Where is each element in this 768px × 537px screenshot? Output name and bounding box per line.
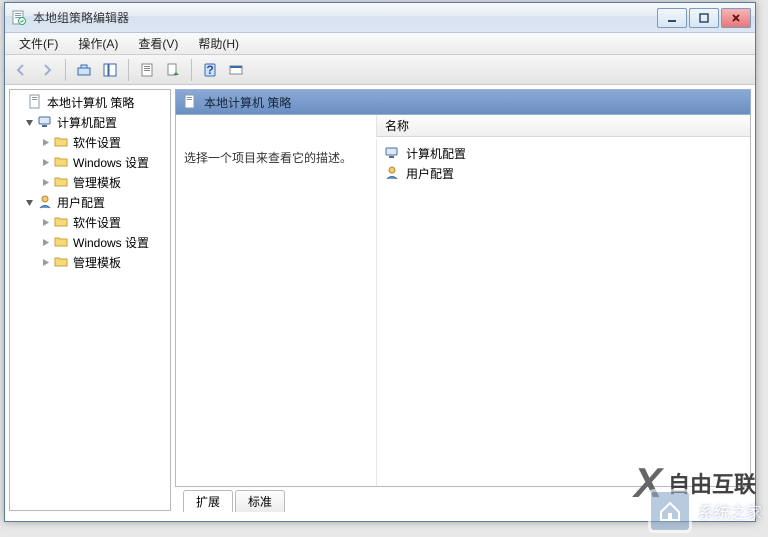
folder-icon bbox=[53, 174, 69, 190]
toolbar-separator bbox=[191, 59, 192, 81]
toolbar-separator bbox=[65, 59, 66, 81]
window-controls bbox=[657, 8, 751, 28]
menu-help[interactable]: 帮助(H) bbox=[190, 33, 247, 54]
folder-icon bbox=[53, 214, 69, 230]
tree-pane[interactable]: 本地计算机 策略 计算机配置 软件设置 Windows 设置 管理模板 bbox=[9, 89, 171, 511]
tab-label: 扩展 bbox=[196, 495, 220, 509]
expand-icon[interactable] bbox=[40, 217, 51, 228]
up-level-button[interactable] bbox=[72, 58, 96, 82]
gpedit-window: 本地组策略编辑器 文件(F) 操作(A) 查看(V) 帮助(H) ? 本地计算 bbox=[4, 2, 756, 522]
tree-label: 用户配置 bbox=[57, 194, 105, 211]
show-tree-button[interactable] bbox=[98, 58, 122, 82]
menu-view[interactable]: 查看(V) bbox=[130, 33, 186, 54]
folder-icon bbox=[53, 134, 69, 150]
content-area: 本地计算机 策略 计算机配置 软件设置 Windows 设置 管理模板 bbox=[5, 85, 755, 515]
expander-icon bbox=[14, 97, 25, 108]
tree-label: 计算机配置 bbox=[57, 114, 117, 131]
column-divider[interactable] bbox=[376, 139, 377, 486]
folder-icon bbox=[53, 234, 69, 250]
list-item-label: 计算机配置 bbox=[406, 145, 466, 162]
policy-icon bbox=[182, 94, 198, 110]
tree-label: 软件设置 bbox=[73, 134, 121, 151]
forward-button[interactable] bbox=[35, 58, 59, 82]
computer-icon bbox=[37, 114, 53, 130]
list-item-user-config[interactable]: 用户配置 bbox=[376, 163, 750, 183]
svg-text:?: ? bbox=[206, 63, 213, 77]
back-button[interactable] bbox=[9, 58, 33, 82]
properties-button[interactable] bbox=[135, 58, 159, 82]
folder-icon bbox=[53, 154, 69, 170]
column-header-name[interactable]: 名称 bbox=[376, 115, 750, 137]
policy-icon bbox=[27, 94, 43, 110]
window-title: 本地组策略编辑器 bbox=[33, 9, 657, 26]
collapse-icon[interactable] bbox=[24, 117, 35, 128]
details-header: 本地计算机 策略 bbox=[175, 89, 751, 115]
user-icon bbox=[37, 194, 53, 210]
view-tabs: 扩展 标准 bbox=[175, 489, 751, 511]
tree-software-settings[interactable]: 软件设置 bbox=[10, 132, 170, 152]
close-button[interactable] bbox=[721, 8, 751, 28]
details-body: 选择一个项目来查看它的描述。 名称 计算机配置 用户配置 bbox=[175, 115, 751, 487]
filter-button[interactable] bbox=[224, 58, 248, 82]
tree-windows-settings[interactable]: Windows 设置 bbox=[10, 232, 170, 252]
tree-software-settings[interactable]: 软件设置 bbox=[10, 212, 170, 232]
expand-icon[interactable] bbox=[40, 177, 51, 188]
tree-user-config[interactable]: 用户配置 bbox=[10, 192, 170, 212]
expand-icon[interactable] bbox=[40, 137, 51, 148]
minimize-button[interactable] bbox=[657, 8, 687, 28]
toolbar: ? bbox=[5, 55, 755, 85]
expand-icon[interactable] bbox=[40, 257, 51, 268]
tree-label: 软件设置 bbox=[73, 214, 121, 231]
app-icon bbox=[11, 10, 27, 26]
menu-action[interactable]: 操作(A) bbox=[70, 33, 126, 54]
tab-extended[interactable]: 扩展 bbox=[183, 490, 233, 512]
collapse-icon[interactable] bbox=[24, 197, 35, 208]
tab-label: 标准 bbox=[248, 495, 272, 509]
tree-label: 本地计算机 策略 bbox=[47, 94, 134, 111]
list-items: 计算机配置 用户配置 bbox=[376, 137, 750, 189]
column-header-label: 名称 bbox=[385, 117, 409, 134]
tree-label: 管理模板 bbox=[73, 254, 121, 271]
list-item-computer-config[interactable]: 计算机配置 bbox=[376, 143, 750, 163]
folder-icon bbox=[53, 254, 69, 270]
tree-admin-templates[interactable]: 管理模板 bbox=[10, 172, 170, 192]
tree-label: Windows 设置 bbox=[73, 154, 149, 171]
tree-root[interactable]: 本地计算机 策略 bbox=[10, 92, 170, 112]
titlebar: 本地组策略编辑器 bbox=[5, 3, 755, 33]
details-pane: 本地计算机 策略 选择一个项目来查看它的描述。 名称 计算机配置 bbox=[175, 89, 751, 511]
menu-file[interactable]: 文件(F) bbox=[11, 33, 66, 54]
menubar: 文件(F) 操作(A) 查看(V) 帮助(H) bbox=[5, 33, 755, 55]
list-column: 名称 计算机配置 用户配置 bbox=[376, 115, 750, 486]
toolbar-separator bbox=[128, 59, 129, 81]
details-heading: 本地计算机 策略 bbox=[204, 94, 291, 111]
tree-label: 管理模板 bbox=[73, 174, 121, 191]
expand-icon[interactable] bbox=[40, 157, 51, 168]
tree-windows-settings[interactable]: Windows 设置 bbox=[10, 152, 170, 172]
tree-computer-config[interactable]: 计算机配置 bbox=[10, 112, 170, 132]
description-prompt: 选择一个项目来查看它的描述。 bbox=[184, 149, 368, 166]
user-icon bbox=[384, 165, 400, 181]
export-button[interactable] bbox=[161, 58, 185, 82]
tree-label: Windows 设置 bbox=[73, 234, 149, 251]
maximize-button[interactable] bbox=[689, 8, 719, 28]
help-button[interactable]: ? bbox=[198, 58, 222, 82]
tab-standard[interactable]: 标准 bbox=[235, 490, 285, 512]
description-column: 选择一个项目来查看它的描述。 bbox=[176, 115, 376, 486]
list-item-label: 用户配置 bbox=[406, 165, 454, 182]
computer-icon bbox=[384, 145, 400, 161]
expand-icon[interactable] bbox=[40, 237, 51, 248]
tree-admin-templates[interactable]: 管理模板 bbox=[10, 252, 170, 272]
